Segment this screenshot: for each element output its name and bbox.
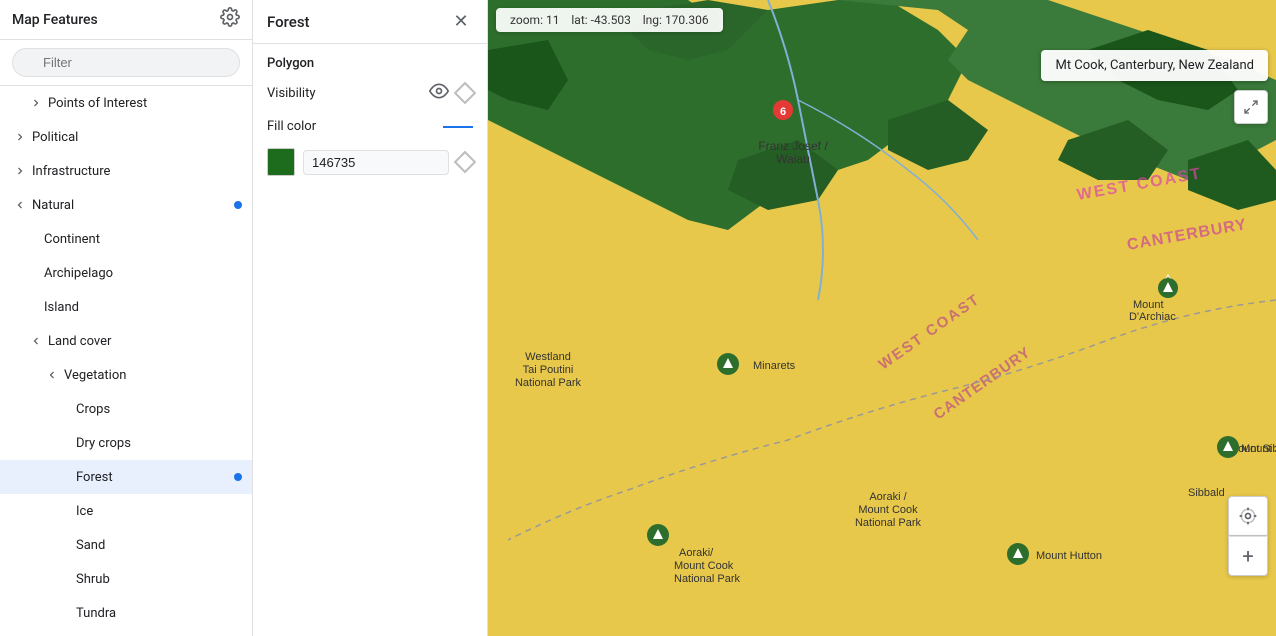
chevron-icon <box>12 197 28 213</box>
map-area[interactable]: WEST COAST CANTERBURY WEST COAST CANTERB… <box>488 0 1276 636</box>
svg-text:Westland: Westland <box>525 351 571 363</box>
svg-text:Sibbald: Sibbald <box>1188 487 1225 499</box>
tree-item-label: Crops <box>76 402 244 417</box>
detail-section: Polygon Visibility Fill color <box>253 44 487 202</box>
tree-item-label: Vegetation <box>64 368 244 383</box>
fill-color-line[interactable] <box>443 126 473 128</box>
lat-value: -43.503 <box>591 13 631 27</box>
sidebar-item-dry-crops[interactable]: Dry crops <box>0 426 252 460</box>
sidebar-item-ice[interactable]: Ice <box>0 494 252 528</box>
svg-text:Minarets: Minarets <box>753 360 796 372</box>
visibility-label: Visibility <box>267 86 316 101</box>
visibility-diamond[interactable] <box>454 82 477 105</box>
fill-color-label: Fill color <box>267 119 316 134</box>
svg-text:D'Archiac: D'Archiac <box>1129 311 1176 323</box>
lng-value: 170.306 <box>665 13 709 27</box>
filter-box <box>0 40 252 86</box>
chevron-icon <box>44 367 60 383</box>
svg-text:National Park: National Park <box>855 517 922 529</box>
detail-panel: Forest ✕ Polygon Visibility Fill color <box>253 0 488 636</box>
lat-label: lat: <box>571 13 587 27</box>
detail-title: Forest <box>267 13 310 31</box>
sidebar-item-water[interactable]: Water <box>0 630 252 636</box>
tree-item-label: Dry crops <box>76 436 244 451</box>
zoom-value: 11 <box>546 13 560 27</box>
sidebar-item-continent[interactable]: Continent <box>0 222 252 256</box>
sidebar-item-crops[interactable]: Crops <box>0 392 252 426</box>
detail-header: Forest ✕ <box>253 0 487 44</box>
svg-text:Mount Hutton: Mount Hutton <box>1036 550 1102 562</box>
visibility-icon[interactable] <box>429 81 449 105</box>
sidebar-item-archipelago[interactable]: Archipelago <box>0 256 252 290</box>
tree-item-label: Island <box>44 300 244 315</box>
map-coordinates: zoom: 11 lat: -43.503 lng: 170.306 <box>496 8 723 32</box>
map-svg: WEST COAST CANTERBURY WEST COAST CANTERB… <box>488 0 1276 636</box>
tree-item-label: Ice <box>76 504 244 519</box>
sidebar-item-natural[interactable]: Natural <box>0 188 252 222</box>
svg-text:Waiau: Waiau <box>776 152 810 166</box>
feature-tree: Points of Interest Political Infrastructur… <box>0 86 252 636</box>
zoom-label: zoom: <box>510 13 543 27</box>
chevron-icon <box>12 163 28 179</box>
svg-text:Tai Poutini: Tai Poutini <box>523 364 574 376</box>
sidebar-item-vegetation[interactable]: Vegetation <box>0 358 252 392</box>
chevron-icon <box>28 95 44 111</box>
sidebar-item-shrub[interactable]: Shrub <box>0 562 252 596</box>
sidebar-item-forest[interactable]: Forest <box>0 460 252 494</box>
svg-text:Mount Cook: Mount Cook <box>674 560 734 572</box>
visibility-row: Visibility <box>267 81 473 105</box>
polygon-label: Polygon <box>267 56 473 71</box>
tree-item-label: Political <box>32 130 244 145</box>
tree-item-label: Archipelago <box>44 266 244 281</box>
location-button[interactable] <box>1228 496 1268 536</box>
location-label: Mt Cook, Canterbury, New Zealand <box>1041 50 1268 81</box>
sidebar-item-land-cover[interactable]: Land cover <box>0 324 252 358</box>
sidebar: Map Features Points of Interest Political… <box>0 0 253 636</box>
tree-item-label: Points of Interest <box>48 96 244 111</box>
tree-item-label: Infrastructure <box>32 164 244 179</box>
chevron-icon <box>28 333 44 349</box>
sidebar-item-political[interactable]: Political <box>0 120 252 154</box>
tree-item-label: Forest <box>76 470 244 485</box>
tree-item-label: Land cover <box>48 334 244 349</box>
fill-color-diamond[interactable] <box>454 151 477 174</box>
svg-text:Mount Cook: Mount Cook <box>858 504 918 516</box>
sidebar-item-points-of-interest[interactable]: Points of Interest <box>0 86 252 120</box>
color-hex-input[interactable] <box>303 150 449 175</box>
sidebar-item-infrastructure[interactable]: Infrastructure <box>0 154 252 188</box>
svg-text:Aoraki/: Aoraki/ <box>679 547 714 559</box>
lng-label: lng: <box>643 13 662 27</box>
sidebar-item-sand[interactable]: Sand <box>0 528 252 562</box>
chevron-icon <box>12 129 28 145</box>
tree-item-label: Shrub <box>76 572 244 587</box>
close-button[interactable]: ✕ <box>449 10 473 34</box>
svg-text:National Park: National Park <box>674 573 741 585</box>
sidebar-title: Map Features <box>12 12 98 28</box>
tree-item-label: Tundra <box>76 606 244 621</box>
sidebar-item-tundra[interactable]: Tundra <box>0 596 252 630</box>
svg-text:National Park: National Park <box>515 377 582 389</box>
svg-text:Mount Sibbald: Mount Sibbald <box>1241 443 1276 455</box>
sidebar-item-island[interactable]: Island <box>0 290 252 324</box>
tree-item-label: Natural <box>32 198 244 213</box>
svg-text:6: 6 <box>780 106 786 118</box>
svg-text:Mount: Mount <box>1133 299 1164 311</box>
filter-input[interactable] <box>12 48 240 77</box>
zoom-in-button[interactable]: + <box>1228 536 1268 576</box>
sidebar-header: Map Features <box>0 0 252 40</box>
color-swatch[interactable] <box>267 148 295 176</box>
tree-item-label: Sand <box>76 538 244 553</box>
fill-color-row-header: Fill color <box>267 119 473 134</box>
svg-text:Aoraki /: Aoraki / <box>869 491 907 503</box>
svg-text:Franz Josef /: Franz Josef / <box>758 139 828 153</box>
tree-item-label: Continent <box>44 232 244 247</box>
settings-icon[interactable] <box>220 7 240 32</box>
fill-color-input-row <box>267 148 473 176</box>
expand-button[interactable] <box>1234 90 1268 124</box>
